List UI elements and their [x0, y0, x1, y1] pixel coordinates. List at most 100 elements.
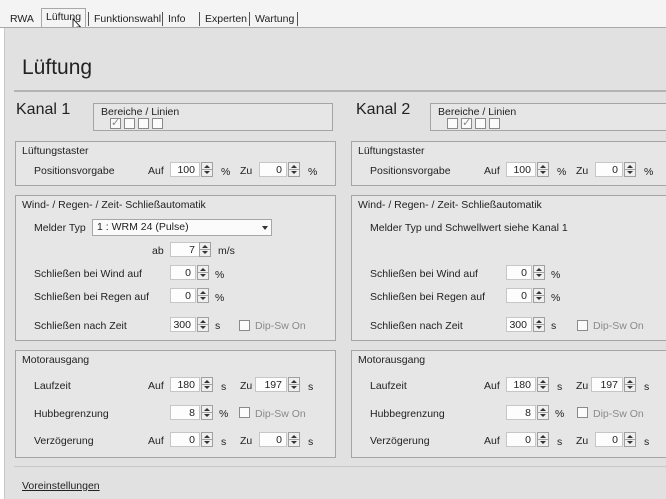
kanal1-bereich-checkbox-3[interactable]: [138, 118, 149, 129]
tab-rwa[interactable]: RWA: [6, 12, 38, 27]
laufzeit-label: Laufzeit: [370, 380, 407, 392]
tab-funktionswahl[interactable]: Funktionswahl: [90, 12, 165, 27]
kanal1-wind-input[interactable]: 0: [170, 265, 196, 280]
kanal1-hub-spinner[interactable]: [201, 405, 213, 420]
kanal1-laufzeit-auf-spinner[interactable]: [201, 377, 213, 392]
kanal2-bereich-checkbox-2[interactable]: [461, 116, 472, 129]
kanal1-auf-spinner[interactable]: [201, 162, 213, 177]
auf-label: Auf: [148, 380, 164, 392]
auf-label: Auf: [484, 435, 500, 447]
kanal2-regen-input[interactable]: 0: [506, 288, 532, 303]
kanal2-wind-spinner[interactable]: [533, 265, 545, 280]
kanal1-verz-zu-input[interactable]: 0: [259, 432, 287, 447]
tab-wartung[interactable]: Wartung: [251, 12, 298, 27]
auf-label: Auf: [484, 380, 500, 392]
zu-label: Zu: [240, 435, 253, 447]
kanal2-verz-zu-input[interactable]: 0: [595, 432, 623, 447]
kanal1-laufzeit-zu-spinner[interactable]: [288, 377, 300, 392]
kanal1-hub-dip-checkbox[interactable]: [239, 407, 250, 418]
unit-label: s: [644, 436, 650, 448]
kanal1-verz-auf-spinner[interactable]: [201, 432, 213, 447]
kanal1-regen-spinner[interactable]: [197, 288, 209, 303]
kanal1-auf-input[interactable]: 100: [170, 162, 200, 177]
wind-label: Schließen bei Wind auf: [370, 268, 478, 280]
kanal2-laufzeit-auf-spinner[interactable]: [537, 377, 549, 392]
dip-sw-label: Dip-Sw On: [593, 320, 644, 332]
kanal2-laufzeit-zu-input[interactable]: 197: [591, 377, 623, 392]
kanal2-laufzeit-zu-spinner[interactable]: [624, 377, 636, 392]
tab-separator: [199, 12, 200, 26]
kanal2-bereich-checkbox-3[interactable]: [475, 118, 486, 129]
kanal2-bereich-checkbox-4[interactable]: [489, 118, 500, 129]
tab-experten[interactable]: Experten: [201, 12, 251, 27]
group-title: Lüftungstaster: [358, 145, 425, 157]
unit-label: s: [308, 381, 314, 393]
kanal2-zu-spinner[interactable]: [624, 162, 636, 177]
unit-label: s: [221, 436, 227, 448]
kanal2-hub-dip-checkbox[interactable]: [577, 407, 588, 418]
auf-label: Auf: [148, 165, 164, 177]
kanal1-verz-zu-spinner[interactable]: [288, 432, 300, 447]
kanal2-wind-input[interactable]: 0: [506, 265, 532, 280]
wind-label: Schließen bei Wind auf: [34, 268, 142, 280]
kanal1-bereich-checkbox-4[interactable]: [152, 118, 163, 129]
unit-label: %: [308, 166, 318, 178]
kanal2-regen-spinner[interactable]: [533, 288, 545, 303]
hubbegrenzung-label: Hubbegrenzung: [34, 408, 109, 420]
kanal2-auf-spinner[interactable]: [537, 162, 549, 177]
kanal1-wind-spinner[interactable]: [197, 265, 209, 280]
unit-label: %: [215, 292, 225, 304]
kanal1-verz-auf-input[interactable]: 0: [170, 432, 200, 447]
zu-label: Zu: [240, 380, 253, 392]
tab-separator: [249, 12, 250, 26]
regen-label: Schließen bei Regen auf: [370, 291, 485, 303]
unit-label: s: [221, 381, 227, 393]
kanal2-verz-zu-spinner[interactable]: [624, 432, 636, 447]
unit-label: s: [215, 320, 221, 332]
kanal2-auf-input[interactable]: 100: [506, 162, 536, 177]
kanal1-zu-spinner[interactable]: [288, 162, 300, 177]
unit-label: %: [551, 292, 561, 304]
title-divider: [14, 90, 666, 92]
group-title: Wind- / Regen- / Zeit- Schließautomatik: [22, 199, 206, 211]
unit-label: %: [557, 166, 567, 178]
kanal1-bereich-checkbox-1[interactable]: [110, 116, 121, 129]
kanal1-zu-input[interactable]: 0: [259, 162, 287, 177]
kanal2-bereich-checkbox-1[interactable]: [447, 118, 458, 129]
positionsvorgabe-label: Positionsvorgabe: [34, 165, 115, 177]
kanal1-regen-input[interactable]: 0: [170, 288, 196, 303]
tab-info[interactable]: Info: [164, 12, 190, 27]
kanal1-ab-spinner[interactable]: [199, 242, 211, 257]
kanal1-melder-typ-select[interactable]: 1 : WRM 24 (Pulse): [92, 219, 272, 236]
kanal1-laufzeit-auf-input[interactable]: 180: [170, 377, 200, 392]
kanal2-hub-spinner[interactable]: [537, 405, 549, 420]
kanal1-zeit-input[interactable]: 300: [170, 317, 196, 332]
group-title: Wind- / Regen- / Zeit- Schließautomatik: [358, 199, 542, 211]
voreinstellungen-link[interactable]: Voreinstellungen: [22, 480, 100, 492]
dip-sw-label: Dip-Sw On: [255, 320, 306, 332]
group-title: Lüftungstaster: [22, 145, 89, 157]
group-title: Motorausgang: [358, 354, 426, 366]
kanal1-hub-input[interactable]: 8: [170, 405, 200, 420]
unit-label: s: [308, 436, 314, 448]
kanal2-hub-input[interactable]: 8: [506, 405, 536, 420]
zu-label: Zu: [576, 435, 589, 447]
kanal2-zeit-dip-checkbox[interactable]: [577, 320, 588, 331]
auf-label: Auf: [484, 165, 500, 177]
kanal2-zeit-spinner[interactable]: [533, 317, 545, 332]
kanal1-ab-input[interactable]: 7: [170, 242, 200, 257]
melder-note: Melder Typ und Schwellwert siehe Kanal 1: [370, 222, 568, 234]
kanal1-laufzeit-zu-input[interactable]: 197: [255, 377, 287, 392]
kanal2-verz-auf-input[interactable]: 0: [506, 432, 536, 447]
auf-label: Auf: [148, 435, 164, 447]
kanal2-verz-auf-spinner[interactable]: [537, 432, 549, 447]
kanal2-zu-input[interactable]: 0: [595, 162, 623, 177]
kanal2-laufzeit-auf-input[interactable]: 180: [506, 377, 536, 392]
regen-label: Schließen bei Regen auf: [34, 291, 149, 303]
kanal1-bereich-checkbox-2[interactable]: [124, 118, 135, 129]
kanal1-zeit-dip-checkbox[interactable]: [239, 320, 250, 331]
kanal1-zeit-spinner[interactable]: [197, 317, 209, 332]
kanal2-zeit-input[interactable]: 300: [506, 317, 532, 332]
zu-label: Zu: [240, 165, 253, 177]
zeit-label: Schließen nach Zeit: [34, 320, 127, 332]
